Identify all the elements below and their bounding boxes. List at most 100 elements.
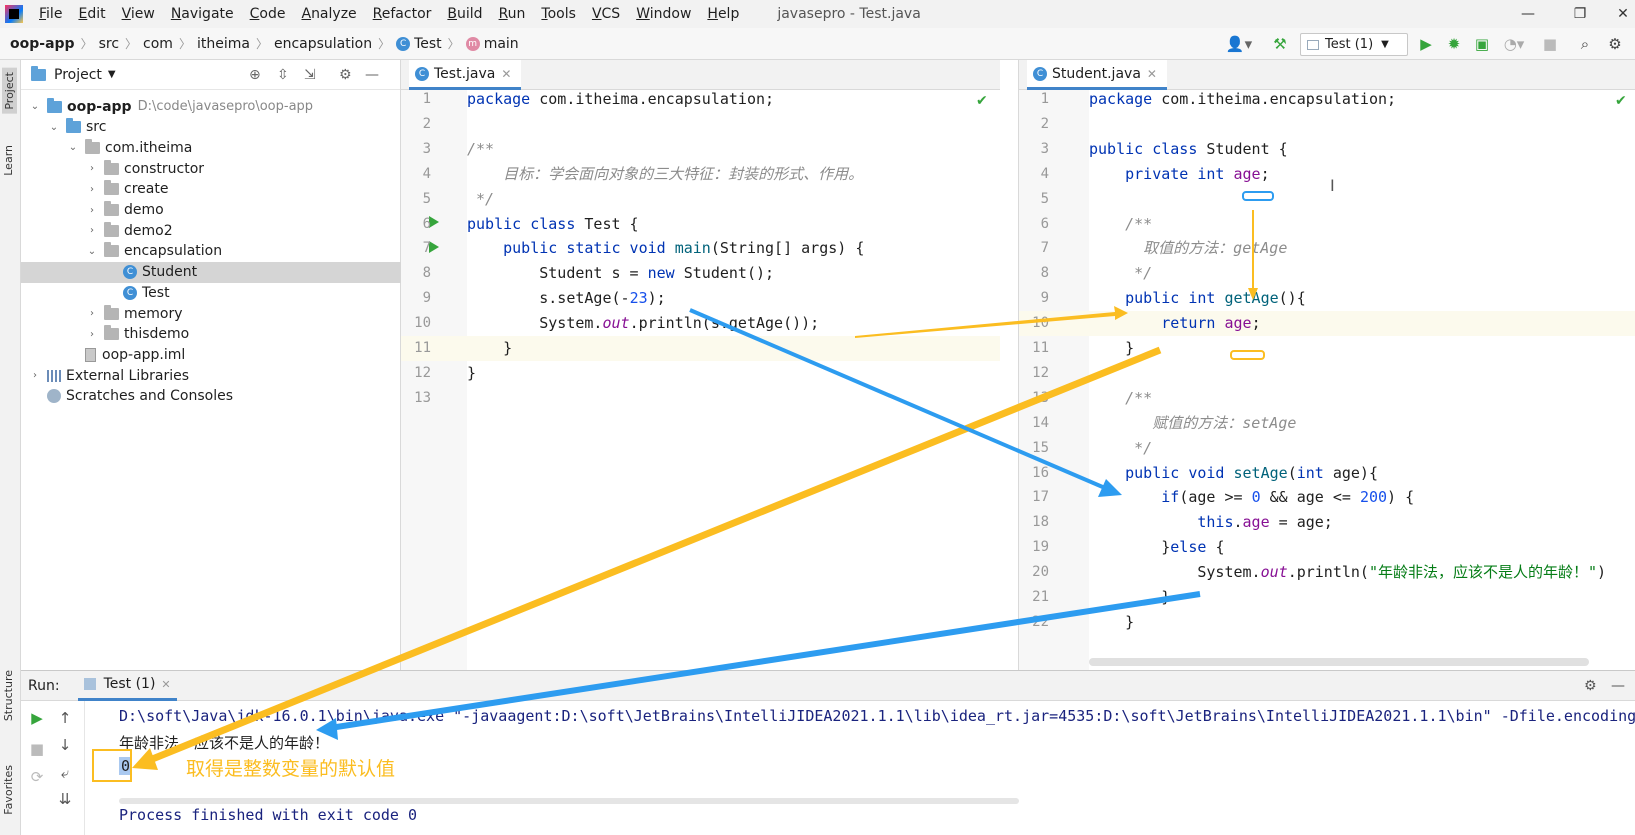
tree-item[interactable]: › create <box>21 179 401 200</box>
scroll-down-icon[interactable]: ↓ <box>55 735 75 755</box>
code-line[interactable]: Student s = new Student(); <box>467 261 774 286</box>
code-line[interactable]: /** <box>467 137 494 162</box>
code-line[interactable]: }else { <box>1089 535 1224 560</box>
menu-item-code[interactable]: Code <box>242 6 294 22</box>
chevron-right-icon[interactable]: › <box>86 163 98 174</box>
horizontal-scrollbar[interactable] <box>1089 658 1589 666</box>
close-button[interactable]: ✕ <box>1600 0 1635 28</box>
tree-item[interactable]: › demo2 <box>21 220 401 241</box>
settings-gear-icon[interactable]: ⚙ <box>1605 34 1625 54</box>
code-line[interactable]: } <box>1089 610 1134 635</box>
code-line[interactable]: } <box>1089 336 1134 361</box>
chevron-right-icon[interactable]: › <box>86 184 98 195</box>
code-line[interactable]: this.age = age; <box>1089 510 1332 535</box>
code-line[interactable]: package com.itheima.encapsulation; <box>1089 87 1396 112</box>
structure-tool-button[interactable]: Structure <box>2 670 15 721</box>
restore-layout-icon[interactable]: ⟳ <box>27 767 47 787</box>
tree-item[interactable]: › External Libraries <box>21 365 401 386</box>
code-line[interactable]: } <box>1089 585 1170 610</box>
code-line[interactable]: */ <box>1089 436 1152 461</box>
tree-item[interactable]: C Student <box>21 261 401 283</box>
restore-button[interactable]: ❐ <box>1557 0 1603 28</box>
profile-icon[interactable]: ◔▾ <box>1500 34 1528 54</box>
code-line[interactable]: package com.itheima.encapsulation; <box>467 87 774 112</box>
learn-tool-button[interactable]: Learn <box>2 145 15 176</box>
editor-student-java[interactable]: C Student.java ✕ ✔ 1 2 3 4 5 6 7 8 9 10 11 12 13 14 15… <box>1018 60 1635 670</box>
settings-gear-icon[interactable]: ⚙ <box>1584 678 1597 694</box>
scroll-to-end-icon[interactable]: ⇊ <box>55 789 75 809</box>
tree-item[interactable]: ⌄ com.itheima <box>21 137 401 158</box>
code-line[interactable]: public int getAge(){ <box>1089 286 1306 311</box>
coverage-icon[interactable]: ▣ <box>1472 34 1492 54</box>
favorites-tool-button[interactable]: Favorites <box>2 765 15 815</box>
menu-item-navigate[interactable]: Navigate <box>163 6 242 22</box>
tree-item[interactable]: › constructor <box>21 158 401 179</box>
chevron-down-icon[interactable]: ⌄ <box>86 246 98 257</box>
code-line[interactable]: } <box>467 336 512 361</box>
code-line[interactable]: public class Student { <box>1089 137 1288 162</box>
soft-wrap-icon[interactable]: ⤶ <box>55 763 75 783</box>
breadcrumb-item-project[interactable]: oop-app <box>10 36 75 52</box>
close-tab-icon[interactable]: ✕ <box>1147 67 1157 81</box>
settings-gear-icon[interactable]: ⚙ <box>339 67 352 83</box>
stop-icon[interactable]: ■ <box>1540 34 1560 54</box>
tree-item[interactable]: › memory <box>21 303 401 324</box>
tree-item[interactable]: Scratches and Consoles <box>21 386 401 407</box>
breadcrumb-item-main[interactable]: main <box>484 36 519 52</box>
run-configuration-select[interactable]: Test (1) ▼ <box>1300 33 1408 56</box>
code-line[interactable]: /** <box>1089 212 1152 237</box>
menu-item-run[interactable]: Run <box>491 6 534 22</box>
hide-panel-icon[interactable]: — <box>1611 678 1625 694</box>
project-tool-button[interactable]: Project <box>2 68 17 114</box>
tab-student-java[interactable]: C Student.java ✕ <box>1027 60 1167 90</box>
locate-icon[interactable]: ⊕ <box>249 67 261 83</box>
menu-item-analyze[interactable]: Analyze <box>293 6 364 22</box>
code-line[interactable]: if(age >= 0 && age <= 200) { <box>1089 485 1414 510</box>
project-panel-title[interactable]: Project <box>54 67 102 83</box>
code-line[interactable]: /** <box>1089 386 1152 411</box>
tree-item[interactable]: C Test <box>21 282 401 303</box>
horizontal-scrollbar[interactable] <box>119 798 1019 804</box>
minimize-button[interactable]: — <box>1505 0 1551 28</box>
menu-item-tools[interactable]: Tools <box>533 6 584 22</box>
breadcrumb-item-itheima[interactable]: itheima <box>197 36 250 52</box>
code-line[interactable]: */ <box>467 187 494 212</box>
collapse-all-icon[interactable]: ⇲ <box>304 67 316 83</box>
chevron-right-icon[interactable]: › <box>86 205 98 216</box>
tree-item[interactable]: ⌄ src <box>21 117 401 138</box>
stop-icon[interactable]: ■ <box>27 739 47 759</box>
tree-item[interactable]: › demo <box>21 200 401 221</box>
menu-item-build[interactable]: Build <box>439 6 490 22</box>
code-line[interactable]: private int age; <box>1089 162 1270 187</box>
code-line[interactable]: 目标：学会面向对象的三大特征：封装的形式、作用。 <box>467 162 863 187</box>
code-line[interactable]: public class Test { <box>467 212 639 237</box>
breadcrumb-item-src[interactable]: src <box>99 36 119 52</box>
code-line[interactable]: } <box>467 361 476 386</box>
build-hammer-icon[interactable]: ⚒ <box>1270 34 1290 54</box>
user-icon[interactable]: 👤▾ <box>1225 34 1253 54</box>
expand-all-icon[interactable]: ⇳ <box>277 67 289 83</box>
breadcrumb-item-encapsulation[interactable]: encapsulation <box>274 36 372 52</box>
code-line[interactable]: return age; <box>1089 311 1260 336</box>
breadcrumb-item-com[interactable]: com <box>143 36 173 52</box>
tab-test-java[interactable]: C Test.java ✕ <box>409 60 522 90</box>
editor-test-java[interactable]: C Test.java ✕ ✔ 1 2 3 4 5 6 7 8 9 10 11 12 13 package… <box>401 60 1000 670</box>
debug-icon[interactable]: ✹ <box>1444 34 1464 54</box>
run-icon[interactable]: ▶ <box>1416 34 1436 54</box>
tree-item[interactable]: ⌄ encapsulation <box>21 241 401 262</box>
search-icon[interactable]: ⌕ <box>1575 34 1595 54</box>
menu-item-view[interactable]: View <box>114 6 163 22</box>
menu-item-window[interactable]: Window <box>628 6 699 22</box>
run-tab[interactable]: Test (1) ✕ <box>77 671 177 701</box>
close-tab-icon[interactable]: ✕ <box>501 67 511 81</box>
hide-panel-icon[interactable]: — <box>365 67 379 83</box>
scroll-up-icon[interactable]: ↑ <box>55 708 75 728</box>
code-line[interactable]: */ <box>1089 261 1152 286</box>
code-line[interactable]: 赋值的方法：setAge <box>1089 411 1296 436</box>
menu-item-file[interactable]: File <box>31 6 70 22</box>
menu-item-refactor[interactable]: Refactor <box>365 6 440 22</box>
tree-item[interactable]: oop-app.iml <box>21 344 401 365</box>
close-tab-icon[interactable]: ✕ <box>161 678 170 691</box>
chevron-down-icon[interactable]: ⌄ <box>29 101 41 112</box>
tree-item[interactable]: ⌄ oop-app D:\code\javasepro\oop-app <box>21 96 401 117</box>
